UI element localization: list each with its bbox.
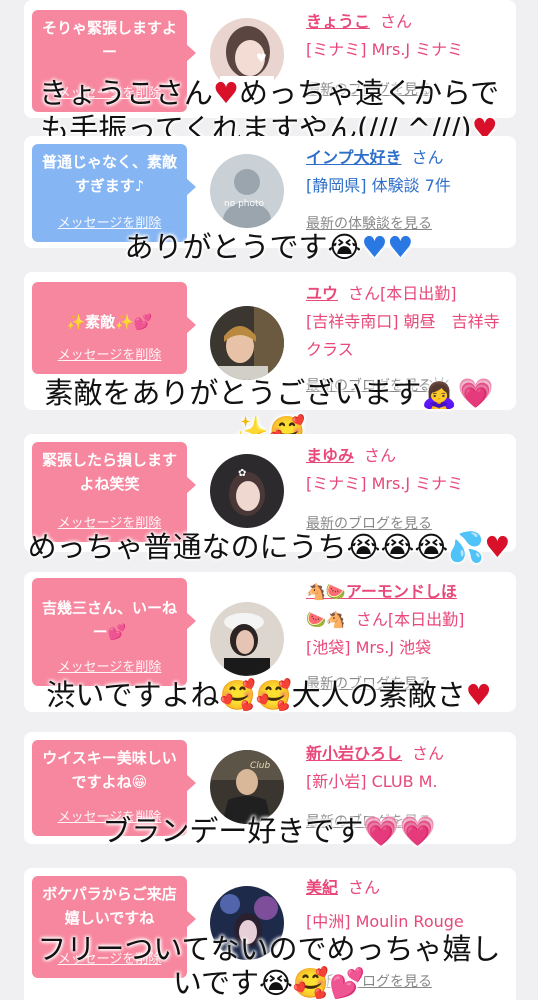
- shop-info: [吉祥寺南口] 朝昼 吉祥寺クラス: [306, 312, 500, 359]
- no-photo-icon: no photo: [210, 154, 284, 228]
- svg-text:Club: Club: [250, 761, 270, 771]
- working-today-badge: [本日出勤]: [380, 284, 457, 303]
- shop-info: [ミナミ] Mrs.J ミナミ: [306, 40, 464, 59]
- sender-info: インプ大好き さん [静岡県] 体験談 7件 最新の体験談を見る: [306, 144, 506, 238]
- message-bubble: ✨素敵✨💕 メッセージを削除: [32, 282, 196, 374]
- avatar-photo-icon: [210, 602, 284, 676]
- shop-info: [池袋] Mrs.J 池袋: [306, 638, 432, 657]
- sender-name[interactable]: 新小岩ひろし: [306, 744, 402, 763]
- overlay-caption: 素敵をありがとうございます🙇‍♀️💗: [44, 376, 494, 410]
- honorific: さん: [355, 610, 388, 629]
- overlay-caption: フリーついてないのでめっちゃ嬉し: [37, 932, 501, 966]
- sender-name[interactable]: まゆみ: [306, 446, 354, 465]
- overlay-caption: ブランデー好きです💗💗: [102, 814, 436, 848]
- sender-name[interactable]: インプ大好き: [306, 148, 402, 167]
- message-text: ウイスキー美味しいですよね😁: [42, 749, 177, 791]
- shop-info: [新小岩] CLUB M.: [306, 772, 438, 791]
- honorific: さん: [348, 878, 381, 897]
- sender-name[interactable]: ユウ: [306, 284, 338, 303]
- message-bubble: 吉幾三さん、いーねー💕 メッセージを削除: [32, 578, 196, 686]
- svg-text:✿: ✿: [238, 468, 246, 479]
- honorific: さん: [348, 284, 381, 303]
- message-bubble: 緊張したら損しますよね笑笑 メッセージを削除: [32, 442, 196, 542]
- overlay-caption: 渋いですよね🥰🥰大人の素敵さ♥: [46, 678, 492, 712]
- sender-name[interactable]: 美紀: [306, 878, 338, 897]
- message-text: 普通じゃなく、素敵すぎます♪: [41, 153, 177, 195]
- delete-message-link[interactable]: メッセージを削除: [32, 344, 187, 368]
- message-text: 緊張したら損しますよね笑笑: [41, 451, 177, 493]
- message-text: ボケパラからご来店嬉しいですね: [42, 885, 177, 927]
- message-text: 吉幾三さん、いーねー💕: [41, 599, 177, 641]
- working-today-badge: [本日出勤]: [387, 610, 465, 629]
- avatar-photo-icon: ✿: [210, 454, 284, 528]
- honorific: さん: [364, 446, 397, 465]
- sender-name[interactable]: 🐴🍉アーモンドしほ: [306, 582, 457, 601]
- avatar-photo-icon: [210, 306, 284, 380]
- honorific: さん: [380, 12, 413, 31]
- overlay-caption: めっちゃ普通なのにうち😭😭😭💦♥: [27, 530, 511, 564]
- avatar[interactable]: [210, 306, 284, 380]
- overlay-caption: きょうこさん♥めっちゃ遠くからで: [38, 76, 500, 110]
- message-text: そりゃ緊張しますよー: [41, 19, 177, 61]
- svg-text:♥: ♥: [256, 51, 267, 65]
- sender-info: まゆみ さん [ミナミ] Mrs.J ミナミ 最新のブログを見る: [306, 442, 506, 538]
- overlay-caption: ありがとうです😭♥♥: [124, 230, 414, 264]
- shop-info: [ミナミ] Mrs.J ミナミ: [306, 474, 464, 493]
- shop-info: [静岡県] 体験談 7件: [306, 176, 451, 195]
- avatar[interactable]: no photo: [210, 154, 284, 228]
- avatar[interactable]: [210, 602, 284, 676]
- overlay-caption: いです😭🥰💕: [172, 966, 366, 1000]
- message-text: ✨素敵✨💕: [66, 313, 153, 331]
- honorific: さん: [411, 148, 444, 167]
- sender-name-emoji: 🍉🐴: [306, 610, 346, 629]
- sender-name[interactable]: きょうこ: [306, 12, 370, 31]
- honorific: さん: [412, 744, 445, 763]
- svg-text:no photo: no photo: [224, 199, 265, 209]
- avatar[interactable]: ✿: [210, 454, 284, 528]
